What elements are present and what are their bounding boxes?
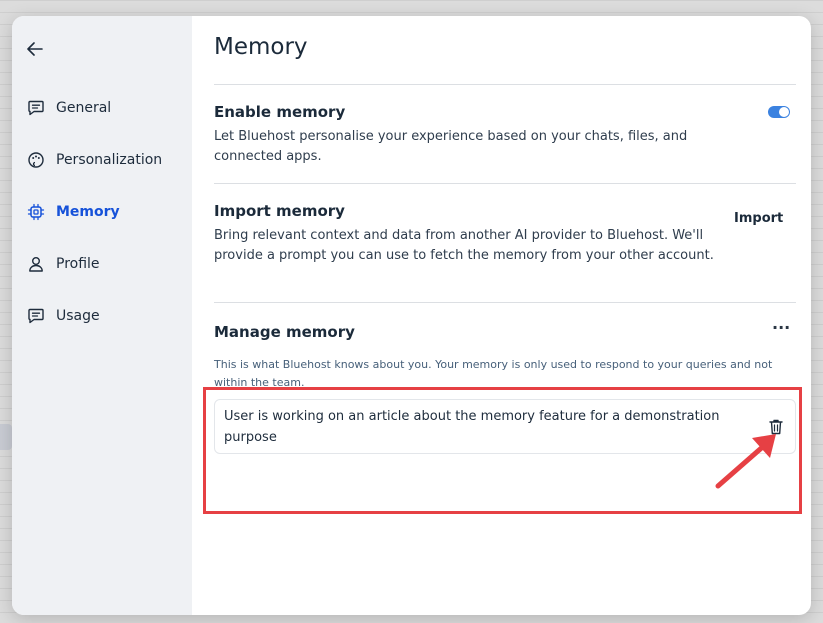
- settings-dialog: General Personalization Memory Profile U…: [12, 16, 811, 615]
- import-memory-heading: Import memory: [214, 202, 345, 220]
- chat-bubble-icon: [26, 98, 46, 118]
- arrow-left-icon: [27, 42, 43, 56]
- sidebar-item-profile[interactable]: Profile: [12, 238, 192, 290]
- enable-memory-heading: Enable memory: [214, 103, 346, 121]
- user-icon: [26, 254, 46, 274]
- settings-sidebar: General Personalization Memory Profile U…: [12, 16, 192, 615]
- sidebar-item-general[interactable]: General: [12, 82, 192, 134]
- sidebar-item-label: Personalization: [56, 152, 163, 168]
- annotation-arrow-icon: [715, 434, 776, 489]
- divider: [214, 84, 796, 85]
- background-element: [0, 424, 12, 450]
- divider: [214, 302, 796, 303]
- sidebar-nav: General Personalization Memory Profile U…: [12, 82, 192, 342]
- sidebar-item-label: General: [56, 100, 112, 116]
- import-button[interactable]: Import: [734, 211, 783, 226]
- sidebar-item-label: Memory: [56, 204, 120, 220]
- sidebar-item-usage[interactable]: Usage: [12, 290, 192, 342]
- page-title: Memory: [214, 34, 308, 60]
- memory-panel: Memory Enable memory Let Bluehost person…: [214, 16, 796, 615]
- chat-bubble-icon: [26, 306, 46, 326]
- enable-memory-toggle[interactable]: [768, 106, 790, 118]
- more-options-button[interactable]: ···: [772, 320, 792, 339]
- sidebar-item-memory[interactable]: Memory: [12, 186, 192, 238]
- toggle-knob: [779, 107, 789, 117]
- sidebar-item-label: Profile: [56, 256, 100, 272]
- manage-memory-description: This is what Bluehost knows about you. Y…: [214, 358, 773, 389]
- import-memory-description: Bring relevant context and data from ano…: [214, 228, 714, 263]
- memory-item: User is working on an article about the …: [214, 399, 796, 454]
- enable-memory-description: Let Bluehost personalise your experience…: [214, 129, 688, 164]
- back-button[interactable]: [24, 38, 46, 60]
- divider: [214, 183, 796, 184]
- chip-icon: [26, 202, 46, 222]
- sidebar-item-label: Usage: [56, 308, 100, 324]
- palette-icon: [26, 150, 46, 170]
- manage-memory-heading: Manage memory: [214, 323, 355, 341]
- sidebar-item-personalization[interactable]: Personalization: [12, 134, 192, 186]
- memory-item-text: User is working on an article about the …: [224, 409, 720, 445]
